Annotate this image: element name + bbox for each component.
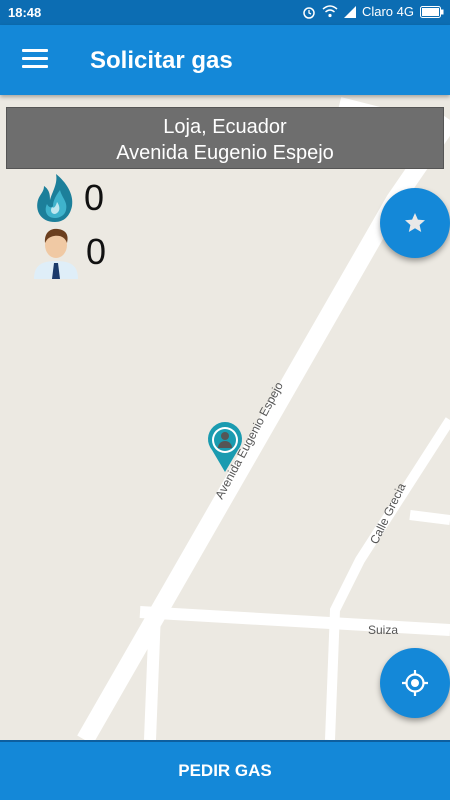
- page-title: Solicitar gas: [90, 47, 233, 74]
- address-line2: Avenida Eugenio Espejo: [116, 142, 334, 164]
- my-location-button[interactable]: [380, 648, 450, 718]
- wifi-icon: [322, 5, 338, 18]
- person-count: 0: [86, 231, 107, 272]
- battery-icon: [420, 5, 444, 18]
- favorite-button[interactable]: [380, 188, 450, 258]
- gas-flame-icon: [37, 174, 73, 222]
- address-banner: Loja, Ecuador Avenida Eugenio Espejo: [6, 107, 444, 169]
- hamburger-menu-icon[interactable]: [22, 49, 48, 71]
- gas-count: 0: [84, 177, 105, 218]
- my-location-icon: [402, 670, 428, 696]
- street-suiza: [139, 606, 450, 636]
- status-bar: 18:48 Claro 4G: [0, 0, 450, 25]
- carrier-label: Claro 4G: [361, 4, 414, 19]
- street-side: [144, 611, 161, 740]
- star-icon: [405, 213, 425, 232]
- pedir-gas-button[interactable]: PEDIR GAS: [0, 740, 450, 800]
- address-line1: Loja, Ecuador: [163, 116, 287, 138]
- status-time: 18:48: [8, 5, 42, 20]
- status-icons: Claro 4G: [302, 4, 444, 19]
- app-bar: Solicitar gas: [0, 25, 450, 95]
- gas-stat: 0: [32, 172, 104, 224]
- person-avatar-icon: [34, 228, 78, 279]
- street-label-grecia: Calle Grecia: [367, 481, 409, 547]
- person-stat: 0: [32, 225, 106, 279]
- alarm-icon: [303, 6, 315, 19]
- street-label-suiza: Suiza: [368, 623, 398, 637]
- signal-icon: [343, 5, 356, 18]
- street-grecia-spur: [409, 510, 450, 525]
